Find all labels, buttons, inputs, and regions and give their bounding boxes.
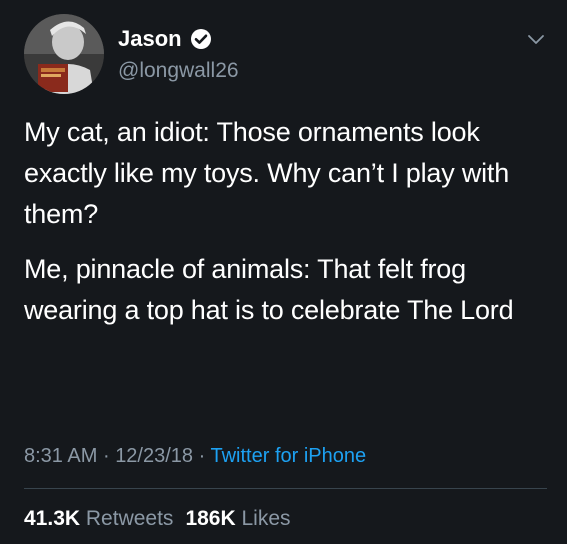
tweet-stats: 41.3K Retweets 186K Likes xyxy=(24,505,291,533)
tweet-paragraph: Me, pinnacle of animals: That felt frog … xyxy=(24,254,514,325)
tweet-card: Jason @longwall26 My cat, an idiot: Thos… xyxy=(0,0,567,544)
author-block: Jason @longwall26 xyxy=(118,24,239,86)
tweet-time[interactable]: 8:31 AM xyxy=(24,445,97,467)
user-handle[interactable]: @longwall26 xyxy=(118,56,239,86)
avatar[interactable] xyxy=(24,14,104,94)
likes-stat[interactable]: 186K Likes xyxy=(185,507,290,530)
tweet-date[interactable]: 12/23/18 xyxy=(115,445,193,467)
tweet-meta: 8:31 AM · 12/23/18 · Twitter for iPhone xyxy=(24,442,366,470)
likes-count: 186K xyxy=(185,507,236,530)
tweet-paragraph: My cat, an idiot: Those ornaments look e… xyxy=(24,117,510,229)
name-row: Jason xyxy=(118,24,239,54)
retweets-count: 41.3K xyxy=(24,507,81,530)
chevron-down-icon[interactable] xyxy=(525,28,547,50)
retweets-stat[interactable]: 41.3K Retweets xyxy=(24,507,173,530)
retweets-label: Retweets xyxy=(85,507,174,530)
verified-badge-icon xyxy=(190,28,212,50)
tweet-text: My cat, an idiot: Those ornaments look e… xyxy=(24,112,554,345)
avatar-photo xyxy=(24,14,104,94)
tweet-source-link[interactable]: Twitter for iPhone xyxy=(210,445,366,467)
meta-separator: · xyxy=(102,445,110,467)
divider xyxy=(24,488,547,489)
display-name[interactable]: Jason xyxy=(118,24,182,54)
likes-label: Likes xyxy=(241,507,291,530)
meta-separator: · xyxy=(198,445,206,467)
